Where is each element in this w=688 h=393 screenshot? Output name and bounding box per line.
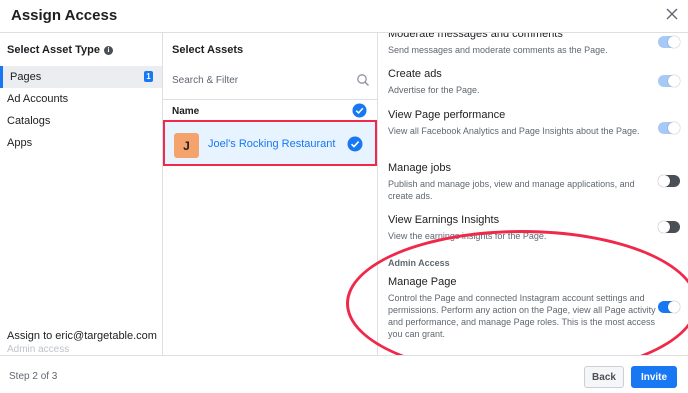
asset-type-label: Catalogs (7, 115, 51, 127)
asset-type-pages[interactable]: Pages 1 (0, 66, 162, 88)
asset-type-label: Ad Accounts (7, 93, 69, 105)
asset-type-apps[interactable]: Apps (0, 132, 162, 154)
asset-type-header: Select Asset Type i (7, 44, 113, 56)
permission-view-earnings-insights: View Earnings Insights View the earnings… (388, 213, 658, 242)
permission-desc: Control the Page and connected Instagram… (388, 293, 656, 339)
permission-desc: Publish and manage jobs, view and manage… (388, 179, 635, 201)
asset-type-label: Apps (7, 137, 33, 149)
permission-desc: Send messages and moderate comments as t… (388, 45, 608, 55)
dialog-header: Assign Access (0, 0, 688, 33)
permission-manage-jobs: Manage jobs Publish and manage jobs, vie… (388, 161, 658, 202)
select-all-check-icon[interactable] (352, 103, 367, 118)
permission-title: Manage Page (388, 276, 457, 288)
search-input[interactable] (170, 69, 374, 91)
permission-desc: View the earnings insights for the Page. (388, 231, 547, 241)
back-button[interactable]: Back (584, 366, 624, 388)
permission-title: View Page performance (388, 109, 506, 121)
asset-type-panel: Select Asset Type i Pages 1 Ad Accounts … (0, 33, 163, 355)
permission-desc: View all Facebook Analytics and Page Ins… (388, 126, 640, 136)
name-column-label: Name (172, 106, 200, 117)
manage-jobs-toggle[interactable] (658, 175, 680, 187)
assign-access-dialog: Assign Access Select Asset Type i Pages … (0, 0, 688, 393)
permission-title: Manage jobs (388, 162, 451, 174)
info-icon[interactable]: i (103, 45, 113, 55)
view-earnings-insights-toggle[interactable] (658, 221, 680, 233)
permission-desc: Advertise for the Page. (388, 85, 480, 95)
step-indicator: Step 2 of 3 (9, 371, 58, 382)
create-ads-toggle[interactable] (658, 75, 680, 87)
asset-type-label: Pages (10, 71, 42, 83)
dialog-title: Assign Access (11, 7, 118, 24)
asset-name[interactable]: Joel's Rocking Restaurant (208, 138, 335, 150)
asset-type-list: Pages 1 Ad Accounts Catalogs Apps (0, 66, 162, 154)
assets-panel: Select Assets Name J Joel's Rocking Rest… (163, 33, 378, 355)
moderate-messages-toggle[interactable] (658, 36, 680, 48)
admin-access-section-label: Admin Access (388, 258, 450, 268)
permission-title: Moderate messages and comments (388, 33, 563, 40)
permission-manage-page: Manage Page Control the Page and connect… (388, 275, 658, 340)
selected-check-icon[interactable] (347, 136, 363, 152)
dialog-footer: Step 2 of 3 Back Invite (0, 355, 688, 393)
permissions-panel: Moderate messages and comments Send mess… (379, 33, 688, 355)
search-box (170, 69, 374, 91)
access-level-text: Admin access (7, 344, 70, 355)
permission-view-page-performance: View Page performance View all Facebook … (388, 108, 658, 137)
count-badge: 1 (144, 71, 153, 82)
manage-page-toggle[interactable] (658, 301, 680, 313)
invite-button[interactable]: Invite (631, 366, 677, 388)
assets-header: Select Assets (172, 44, 244, 56)
assets-list-header: Name (163, 99, 377, 119)
assign-to-text: Assign to eric@targetable.com (7, 330, 157, 342)
asset-type-catalogs[interactable]: Catalogs (0, 110, 162, 132)
asset-type-ad-accounts[interactable]: Ad Accounts (0, 88, 162, 110)
avatar: J (174, 133, 199, 158)
permission-title: View Earnings Insights (388, 214, 500, 226)
asset-type-header-label: Select Asset Type (7, 44, 100, 56)
permission-create-ads: Create ads Advertise for the Page. (388, 67, 658, 96)
permission-title: Create ads (388, 68, 442, 80)
search-icon[interactable] (356, 73, 370, 87)
close-icon[interactable] (664, 6, 680, 22)
view-page-performance-toggle[interactable] (658, 122, 680, 134)
asset-row[interactable]: J Joel's Rocking Restaurant (163, 120, 377, 166)
permission-moderate-messages: Moderate messages and comments Send mess… (388, 33, 658, 56)
